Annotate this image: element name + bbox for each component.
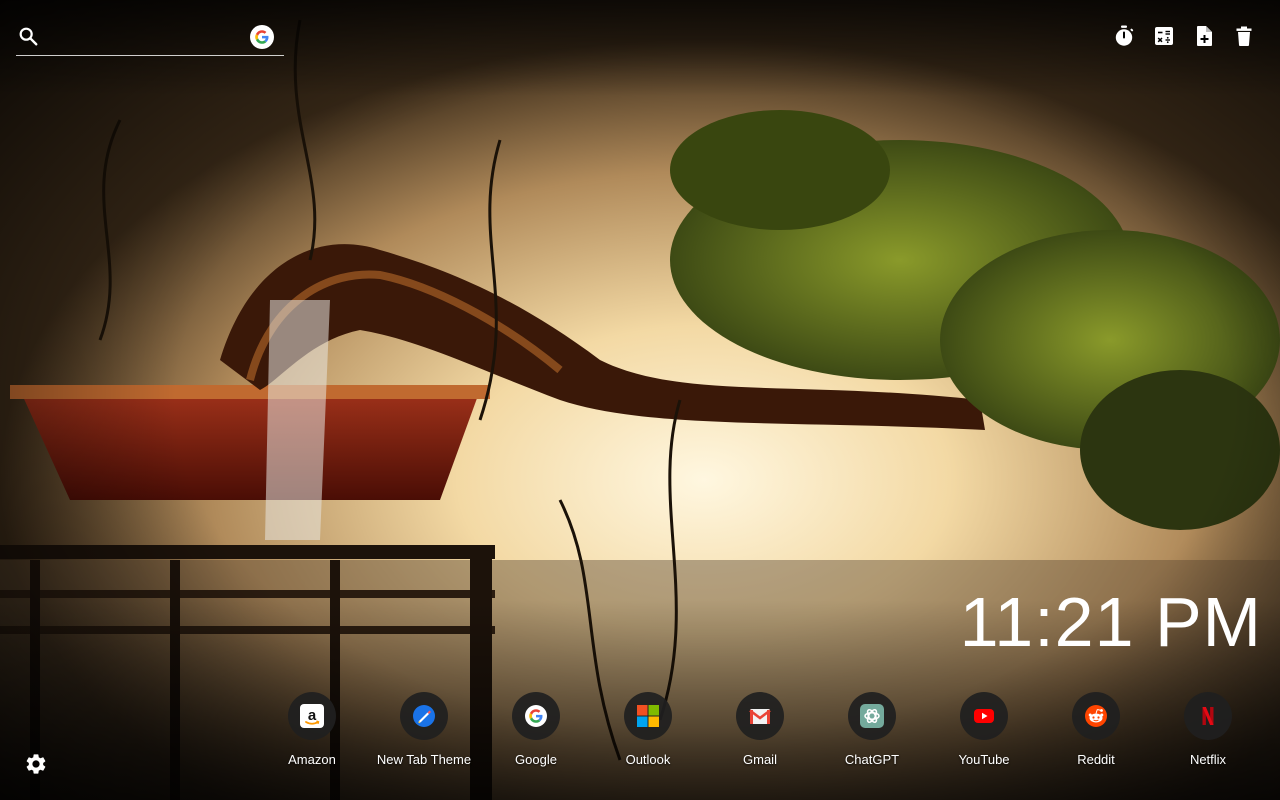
timer-icon[interactable]	[1112, 24, 1136, 48]
search-input[interactable]	[50, 24, 244, 50]
shortcut-label: New Tab Theme	[376, 752, 472, 767]
shortcut-netflix[interactable]: Netflix	[1152, 692, 1264, 767]
shortcut-gmail[interactable]: Gmail	[704, 692, 816, 767]
shortcut-label: Reddit	[1077, 752, 1115, 767]
svg-text:a: a	[308, 707, 317, 724]
new-tab-page: 11:21 PM a Amazon New Tab Theme Google O…	[0, 0, 1280, 800]
calculator-icon[interactable]	[1152, 24, 1176, 48]
shortcut-label: Outlook	[625, 752, 671, 767]
youtube-icon	[974, 709, 994, 723]
amazon-icon: a	[300, 704, 324, 728]
clock: 11:21 PM	[959, 583, 1262, 661]
search-icon[interactable]	[17, 25, 39, 47]
outlook-icon	[637, 705, 659, 727]
reddit-icon	[1085, 705, 1107, 727]
shortcuts-row: a Amazon New Tab Theme Google Outlook Gm…	[256, 692, 1264, 767]
shortcut-new-tab-theme[interactable]: New Tab Theme	[368, 692, 480, 767]
note-add-icon[interactable]	[1192, 24, 1216, 48]
shortcut-label: Google	[515, 752, 557, 767]
gear-icon[interactable]	[24, 752, 48, 776]
shortcut-outlook[interactable]: Outlook	[592, 692, 704, 767]
netflix-icon	[1202, 707, 1214, 725]
shortcut-label: YouTube	[958, 752, 1010, 767]
shortcut-amazon[interactable]: a Amazon	[256, 692, 368, 767]
trash-icon[interactable]	[1232, 24, 1256, 48]
shortcut-label: Amazon	[288, 752, 336, 767]
shortcut-label: Gmail	[743, 752, 777, 767]
shortcut-label: Netflix	[1189, 752, 1227, 767]
chatgpt-icon	[860, 704, 884, 728]
search-bar	[16, 20, 284, 56]
wallpaper-image	[0, 0, 1280, 800]
new-tab-theme-icon	[413, 705, 435, 727]
shortcut-label: ChatGPT	[844, 752, 900, 767]
google-icon	[525, 705, 547, 727]
shortcut-google[interactable]: Google	[480, 692, 592, 767]
gmail-icon	[749, 709, 771, 724]
shortcut-youtube[interactable]: YouTube	[928, 692, 1040, 767]
google-icon[interactable]	[250, 25, 274, 49]
shortcut-chatgpt[interactable]: ChatGPT	[816, 692, 928, 767]
shortcut-reddit[interactable]: Reddit	[1040, 692, 1152, 767]
top-toolbar	[1112, 24, 1256, 48]
